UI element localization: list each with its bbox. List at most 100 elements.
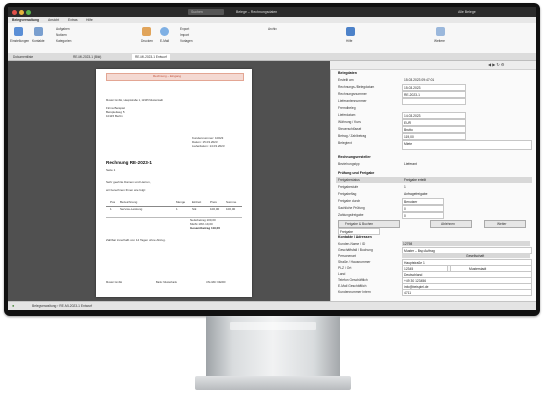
amount-value: 119,00	[404, 134, 414, 139]
col-preis: Preis	[210, 200, 217, 204]
next-button-label: Weiter	[497, 222, 507, 226]
help-button-label[interactable]: Hilfe	[346, 39, 352, 43]
action-dropdown-value: Freigabe	[340, 229, 354, 234]
action-dropdown[interactable]: Freigabe	[338, 228, 380, 235]
tab-document-image[interactable]: RE-MI-2023-1 (Bild)	[70, 54, 104, 60]
person-type-value: Gesellschaft	[466, 253, 485, 258]
approver-value: Benutzer	[404, 199, 418, 204]
settings-icon[interactable]	[14, 27, 23, 36]
invoice-greeting: Sehr geehrte Damen und Herren,	[106, 180, 151, 184]
date-value: 15.03.2023	[404, 85, 421, 90]
customer-id-field[interactable]: 12798	[402, 241, 530, 246]
status-path: Belegverwaltung › RE-MI-2023-1 Entwurf	[32, 304, 93, 308]
approve-button[interactable]: Freigabe & Buchen	[338, 220, 400, 228]
delivery-date-field[interactable]: 14.03.2023	[402, 112, 466, 119]
currency-value: EUR	[404, 120, 411, 125]
panel-tools-icon[interactable]: ◀ ▶ ↻ ⚙	[488, 62, 504, 67]
field-label: Kunden-Name / ID	[338, 242, 366, 246]
city-value: Musterstadt	[469, 266, 487, 271]
field-label: Währung / Kurs	[338, 120, 361, 124]
user-label[interactable]: Alle Belege	[458, 10, 476, 14]
phone-value: +49 30 123456	[404, 278, 427, 283]
next-button[interactable]: Weiter	[484, 220, 526, 228]
tab-document-draft[interactable]: RE-MI-2023-1 Entwurf	[132, 54, 170, 60]
field-label: Freigabeflag	[338, 192, 357, 196]
cell-preis: 100,00	[210, 207, 220, 211]
internal-number-field[interactable]: 4711	[402, 289, 532, 296]
print-button-label[interactable]: Drucken	[141, 39, 153, 43]
person-value: Lieferant	[404, 162, 417, 166]
minimize-icon[interactable]	[19, 10, 24, 15]
belegtext-field[interactable]: Miete	[402, 140, 532, 150]
meta-line-3: Lieferdatum: 14.03.2023	[192, 144, 225, 148]
payment-approval-value: 0	[404, 213, 406, 218]
panel-toolbar: ◀ ▶ ↻ ⚙	[330, 61, 536, 70]
person-label: Beziehungstyp	[338, 162, 360, 166]
templates-button[interactable]: Vorlagen	[180, 39, 193, 43]
check-value: 0	[404, 206, 406, 211]
col-menge: Menge	[176, 200, 186, 204]
more-icon[interactable]	[436, 27, 445, 36]
reject-button[interactable]: Ablehnen	[430, 220, 472, 228]
export-button[interactable]: Export	[180, 27, 189, 31]
field-value: Anfragefreigabe	[404, 192, 428, 196]
field-label: Freigabestatus	[338, 178, 360, 182]
col-pos: Pos	[110, 200, 116, 204]
help-icon[interactable]	[346, 27, 355, 36]
tab-document-list[interactable]: Dokumentliste	[10, 54, 36, 60]
supplier-number-field[interactable]	[402, 98, 466, 105]
tax-key-select[interactable]: Brutto	[402, 126, 466, 133]
invoice-title: Rechnung RE-2023-1	[106, 160, 152, 165]
check-field[interactable]: 0	[402, 205, 444, 212]
settings-button-label[interactable]: Einstellungen	[10, 39, 29, 43]
status-row-highlight	[336, 177, 532, 183]
tab-extras[interactable]: Extras	[68, 18, 78, 22]
col-summe: Summe	[226, 200, 237, 204]
section-belegdaten: Belegdaten	[338, 71, 357, 75]
zip-value: 12345	[404, 266, 414, 271]
ribbon-toolbar: Einstellungen Kontakte Aufgaben Notizen …	[8, 23, 536, 54]
approver-select[interactable]: Benutzer	[402, 198, 444, 205]
notes-button[interactable]: Notizen	[56, 33, 67, 37]
email-value: info@beispiel.de	[404, 284, 429, 289]
search-box[interactable]: Suchen	[188, 9, 224, 15]
invoice-page: Rechnung – Eingang Muster GmbH, Hauptstr…	[96, 69, 252, 297]
more-button-label[interactable]: Weitere	[434, 39, 445, 43]
cell-menge: 1	[176, 207, 178, 211]
archive-button[interactable]: Archiv	[268, 27, 277, 31]
amount-field[interactable]: 119,00	[402, 133, 466, 140]
tasks-button[interactable]: Aufgaben	[56, 27, 70, 31]
invoice-stamp-text: Rechnung – Eingang	[153, 74, 182, 78]
payment-approval-field[interactable]: 0	[402, 212, 444, 219]
field-label: Steuerschlüssel	[338, 127, 362, 131]
contacts-icon[interactable]	[34, 27, 43, 36]
field-label: Erstellt am	[338, 78, 354, 82]
field-label: Rechnungsnummer	[338, 92, 367, 96]
tab-ansicht[interactable]: Ansicht	[48, 18, 59, 22]
tab-belegverwaltung[interactable]: Belegverwaltung	[12, 18, 39, 22]
email-icon[interactable]	[160, 27, 169, 36]
date-field[interactable]: 15.03.2023	[402, 84, 466, 91]
print-icon[interactable]	[142, 27, 151, 36]
import-button[interactable]: Import	[180, 33, 189, 37]
currency-field[interactable]: EUR	[402, 119, 466, 126]
country-value: Deutschland	[404, 272, 423, 277]
internal-number-value: 4711	[404, 290, 412, 295]
document-tabs: Dokumentliste RE-MI-2023-1 (Bild) RE-MI-…	[8, 53, 536, 61]
field-label: Kundennummer Intern	[338, 290, 371, 294]
invoice-number-field[interactable]: RE-2023-1	[402, 91, 466, 98]
close-icon[interactable]	[12, 10, 17, 15]
contacts-button-label[interactable]: Kontakte	[32, 39, 45, 43]
email-button-label[interactable]: E-Mail	[160, 39, 169, 43]
categories-button[interactable]: Kategorien	[56, 39, 71, 43]
footer-col-3: USt-IdNr: DE000	[206, 281, 226, 284]
maximize-icon[interactable]	[26, 10, 31, 15]
business-case-value: Muster – Bsp Auftrag	[404, 248, 435, 253]
tab-hilfe[interactable]: Hilfe	[86, 18, 93, 22]
search-placeholder: Suchen	[191, 10, 203, 14]
person-type-select[interactable]: Gesellschaft	[402, 253, 530, 258]
field-label: Rechnungs-/Belegdatum	[338, 85, 375, 89]
sender-line: Muster GmbH, Hauptstraße 1, 12345 Muster…	[106, 99, 163, 102]
table-row: 1 Service-Leistung 1 Stk 100,00 100,00	[106, 207, 242, 218]
invoice-subtitle: Seite 1	[106, 168, 116, 172]
